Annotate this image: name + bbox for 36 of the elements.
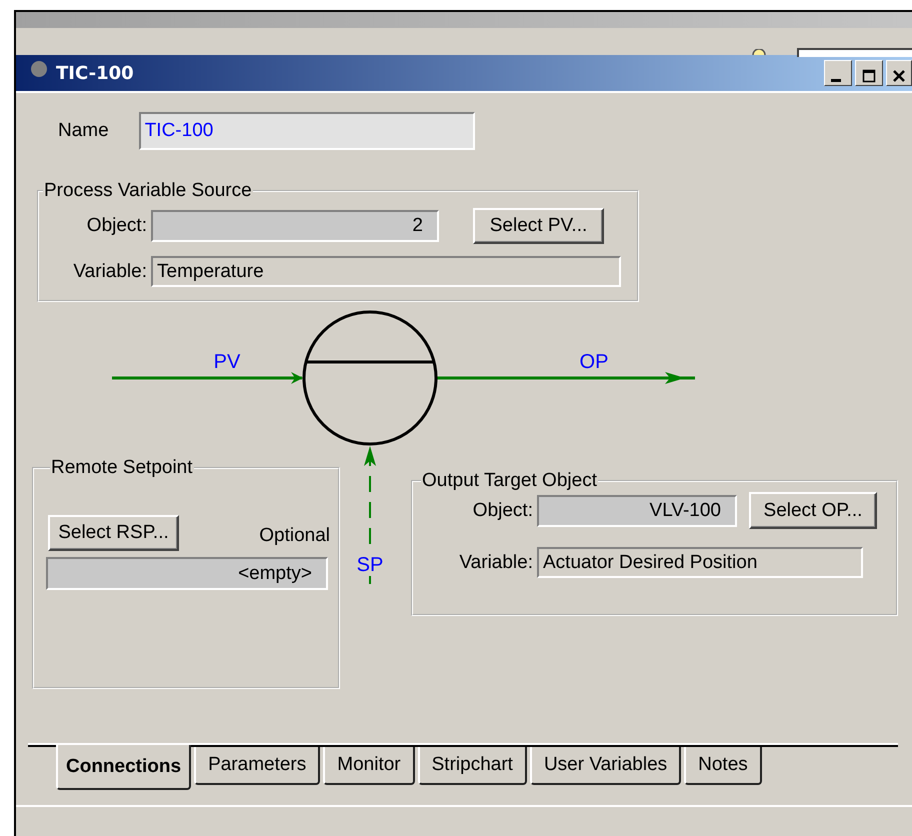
variable-field[interactable]: Temperature [151,256,621,287]
tab[interactable]: Connections [56,745,192,790]
window-title: TIC-100 [56,62,134,84]
variable-field[interactable]: Actuator Desired Position [537,547,863,578]
window-icon [30,60,48,78]
rsp-field[interactable]: <empty> [46,557,328,590]
select-op-button[interactable]: Select OP... [749,492,877,529]
maximize-button[interactable] [855,60,883,86]
maximize-icon [862,69,876,83]
minimize-button[interactable] [824,60,852,86]
object-field[interactable]: VLV-100 [537,494,737,526]
pv-label: PV [214,351,240,373]
object-label: Object: [472,500,534,522]
sp-label: SP [356,554,384,576]
tab[interactable]: User Variables [530,747,682,785]
name-label: Name [58,120,109,142]
object-field[interactable]: 2 [151,210,439,242]
partial-icon [751,49,767,55]
select-rsp-button[interactable]: Select RSP... [48,515,179,551]
close-button[interactable] [886,60,912,86]
op-label: OP [580,351,608,373]
optional-label: Optional [259,525,330,547]
object-label: Object: [86,215,148,237]
close-icon [892,69,906,83]
tab[interactable]: Parameters [194,747,320,785]
group-title: Remote Setpoint [50,457,194,479]
group-title: Output Target Object [421,470,598,492]
tab[interactable]: Monitor [323,747,415,785]
minimize-icon [831,79,841,82]
tab[interactable]: Stripchart [418,747,527,785]
variable-label: Variable: [458,552,534,574]
variable-label: Variable: [72,260,148,282]
name-field[interactable]: TIC-100 [138,112,475,150]
select-pv-button[interactable]: Select PV... [473,208,604,244]
tab[interactable]: Notes [684,747,762,785]
group-title: Process Variable Source [43,180,253,202]
